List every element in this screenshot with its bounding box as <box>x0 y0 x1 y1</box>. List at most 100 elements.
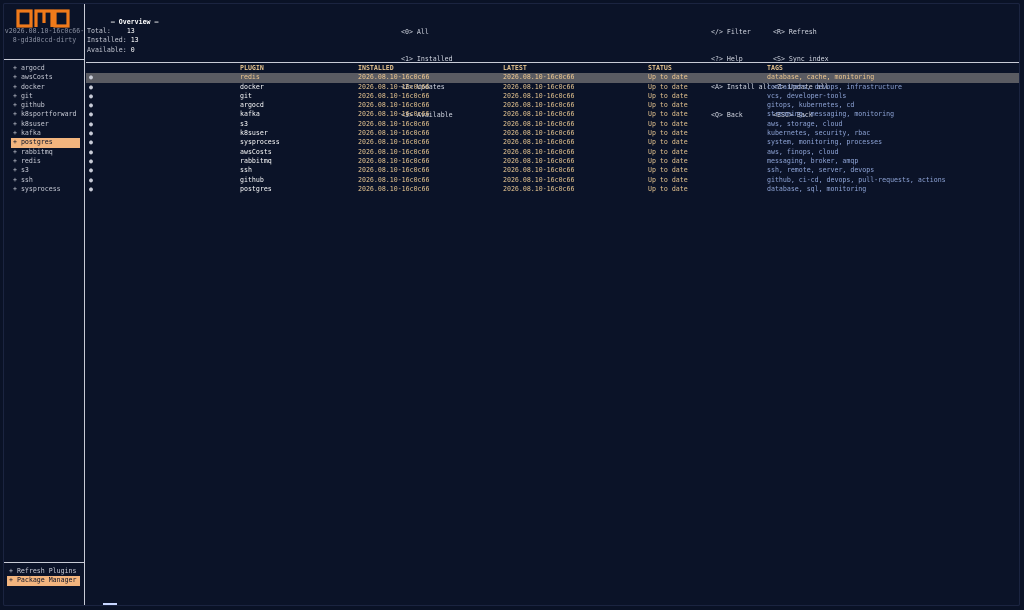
cell-latest: 2026.08.10-16c0c66 <box>503 101 575 110</box>
col-latest[interactable]: LATEST <box>503 64 527 73</box>
cell-installed: 2026.08.10-16c0c66 <box>358 129 430 138</box>
table-row[interactable]: ● rabbitmq 2026.08.10-16c0c66 2026.08.10-16… <box>86 157 1019 166</box>
table-row[interactable]: ● awsCosts 2026.08.10-16c0c66 2026.08.10-16… <box>86 148 1019 157</box>
header-panel: — Overview — Total: 13 Installed: 13 Avail… <box>87 4 1019 119</box>
table-row[interactable]: ● git 2026.08.10-16c0c66 2026.08.10-16c0c66… <box>86 92 1019 101</box>
sidebar-item-kafka[interactable]: + kafka <box>11 129 80 138</box>
breadcrumb: omo > pkgmgr <box>87 594 129 605</box>
sidebar-item-rabbitmq[interactable]: + rabbitmq <box>11 148 80 157</box>
cell-tags: vcs, developer-tools <box>767 91 847 100</box>
cell-installed: 2026.08.10-16c0c66 <box>358 166 430 175</box>
cell-plugin: awsCosts <box>240 147 272 156</box>
cell-installed: 2026.08.10-16c0c66 <box>358 82 430 91</box>
status-dot-icon: ● <box>89 184 93 193</box>
table-row[interactable]: ● kafka 2026.08.10-16c0c66 2026.08.10-16c0c… <box>86 110 1019 119</box>
cell-latest: 2026.08.10-16c0c66 <box>503 110 575 119</box>
status-dot-icon: ● <box>89 110 93 119</box>
col-status[interactable]: STATUS <box>648 64 672 73</box>
version-line-2: 8-gd3d0ccd-dirty <box>12 36 77 45</box>
cell-installed: 2026.08.10-16c0c66 <box>358 101 430 110</box>
cell-tags: database, cache, monitoring <box>767 73 875 82</box>
cell-tags: ssh, remote, server, devops <box>767 166 875 175</box>
table-row[interactable]: ● docker 2026.08.10-16c0c66 2026.08.10-16c0… <box>86 83 1019 92</box>
sidebar-item-redis[interactable]: + redis <box>11 157 80 166</box>
version-line-1: v2026.08.10-16c0c66- <box>4 27 85 35</box>
sidebar-item-ssh[interactable]: + ssh <box>11 176 80 185</box>
cell-status: Up to date <box>648 184 688 193</box>
status-dot-icon: ● <box>89 138 93 147</box>
cell-latest: 2026.08.10-16c0c66 <box>503 73 575 82</box>
stat-total: Total: 13 <box>87 27 139 36</box>
package-manager-item[interactable]: + Package Manager <box>7 576 80 586</box>
status-dot-icon: ● <box>89 82 93 91</box>
status-dot-icon: ● <box>89 119 93 128</box>
stat-available-value: 0 <box>130 45 135 54</box>
sidebar-item-postgres[interactable]: + postgres <box>11 138 80 148</box>
cell-status: Up to date <box>648 101 688 110</box>
sidebar-item-argocd[interactable]: + argocd <box>11 64 80 73</box>
sidebar-item-k8sportforward[interactable]: + k8sportforward <box>11 110 80 119</box>
cell-tags: database, sql, monitoring <box>767 184 867 193</box>
table-row[interactable]: ● k8suser 2026.08.10-16c0c66 2026.08.10-16c… <box>86 129 1019 138</box>
col-installed[interactable]: INSTALLED <box>358 64 394 73</box>
table-row[interactable]: ● github 2026.08.10-16c0c66 2026.08.10-16c0… <box>86 176 1019 185</box>
table-row[interactable]: ● ssh 2026.08.10-16c0c66 2026.08.10-16c0c66… <box>86 166 1019 175</box>
table-body: ● redis 2026.08.10-16c0c66 2026.08.10-16c0c… <box>86 73 1019 194</box>
stat-available: Available: 0 <box>87 46 139 55</box>
cell-plugin: docker <box>240 82 264 91</box>
shortcut-filter[interactable]: </> Filter <box>711 28 771 37</box>
sidebar-item-sysprocess[interactable]: + sysprocess <box>11 185 80 194</box>
cell-tags: gitops, kubernetes, cd <box>767 101 855 110</box>
sidebar-item-git[interactable]: + git <box>11 92 80 101</box>
cell-installed: 2026.08.10-16c0c66 <box>358 73 430 82</box>
cell-installed: 2026.08.10-16c0c66 <box>358 138 430 147</box>
cell-latest: 2026.08.10-16c0c66 <box>503 138 575 147</box>
table-row[interactable]: ● s3 2026.08.10-16c0c66 2026.08.10-16c0c66 U… <box>86 120 1019 129</box>
status-dot-icon: ● <box>89 91 93 100</box>
sidebar-item-k8suser[interactable]: + k8suser <box>11 120 80 129</box>
refresh-plugins-item[interactable]: + Refresh Plugins <box>7 567 80 576</box>
cell-latest: 2026.08.10-16c0c66 <box>503 82 575 91</box>
table-row[interactable]: ● sysprocess 2026.08.10-16c0c66 2026.08.10-… <box>86 138 1019 147</box>
cell-latest: 2026.08.10-16c0c66 <box>503 166 575 175</box>
cell-plugin: kafka <box>240 110 260 119</box>
cell-installed: 2026.08.10-16c0c66 <box>358 110 430 119</box>
table-row[interactable]: ● redis 2026.08.10-16c0c66 2026.08.10-16c0c… <box>86 73 1019 83</box>
cell-installed: 2026.08.10-16c0c66 <box>358 91 430 100</box>
breadcrumb-root[interactable]: omo <box>102 603 117 605</box>
status-dot-icon: ● <box>89 156 93 165</box>
cell-plugin: argocd <box>240 101 264 110</box>
sidebar-item-github[interactable]: + github <box>11 101 80 110</box>
cell-latest: 2026.08.10-16c0c66 <box>503 156 575 165</box>
sidebar: v2026.08.10-16c0c66- 8-gd3d0ccd-dirty + … <box>4 4 85 605</box>
table-row[interactable]: ● argocd 2026.08.10-16c0c66 2026.08.10-16c0… <box>86 101 1019 110</box>
cell-installed: 2026.08.10-16c0c66 <box>358 175 430 184</box>
cell-plugin: sysprocess <box>240 138 280 147</box>
col-tags[interactable]: TAGS <box>767 64 783 73</box>
cell-status: Up to date <box>648 156 688 165</box>
shortcut-refresh[interactable]: <R> Refresh <box>773 28 829 37</box>
cell-latest: 2026.08.10-16c0c66 <box>503 91 575 100</box>
sidebar-divider-bottom <box>4 562 85 563</box>
stat-installed-value: 13 <box>130 36 139 45</box>
status-dot-icon: ● <box>89 175 93 184</box>
stat-installed-label: Installed: <box>87 36 127 45</box>
table-row[interactable]: ● postgres 2026.08.10-16c0c66 2026.08.10-16… <box>86 185 1019 194</box>
sidebar-item-docker[interactable]: + docker <box>11 83 80 92</box>
status-dot-icon: ● <box>89 147 93 156</box>
sidebar-divider-top <box>4 59 85 60</box>
table-header: PLUGIN INSTALLED LATEST STATUS TAGS <box>86 64 1019 73</box>
status-dot-icon: ● <box>89 73 93 82</box>
status-dot-icon: ● <box>89 166 93 175</box>
cell-plugin: k8suser <box>240 129 268 138</box>
filter-all[interactable]: <0> All <box>401 28 453 37</box>
sidebar-item-awscosts[interactable]: + awsCosts <box>11 73 80 82</box>
col-plugin[interactable]: PLUGIN <box>240 64 264 73</box>
cell-status: Up to date <box>648 175 688 184</box>
cell-installed: 2026.08.10-16c0c66 <box>358 156 430 165</box>
cell-tags: aws, storage, cloud <box>767 119 843 128</box>
cell-tags: streaming, messaging, monitoring <box>767 110 895 119</box>
cell-plugin: postgres <box>240 184 272 193</box>
cell-tags: system, monitoring, processes <box>767 138 883 147</box>
sidebar-item-s3[interactable]: + s3 <box>11 166 80 175</box>
